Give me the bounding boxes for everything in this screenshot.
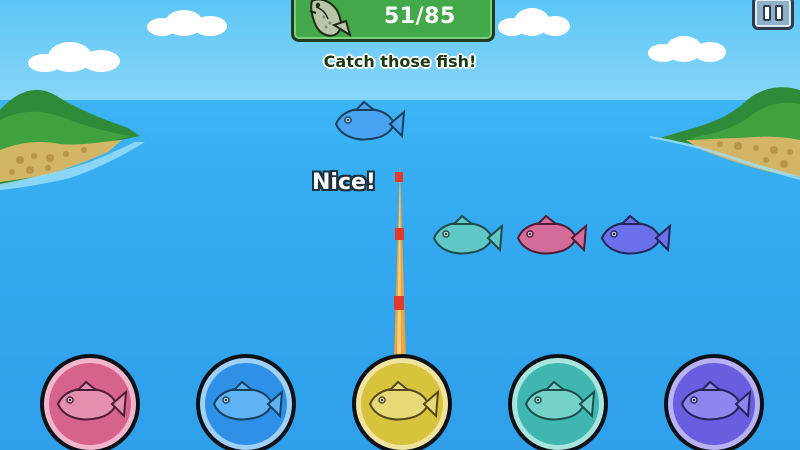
cloud: [28, 42, 120, 72]
blue-fish-icon: [212, 380, 284, 421]
catch-counter-panel: 51/85: [291, 0, 495, 42]
cloud: [498, 8, 570, 36]
feedback-text: Nice!: [312, 170, 376, 195]
yellow-fish-button[interactable]: [352, 354, 452, 450]
teal-fish-icon: [524, 380, 596, 421]
blue-fish-button[interactable]: [196, 354, 296, 450]
catch-counter: 51/85: [384, 4, 456, 29]
swimming-fish: [334, 100, 406, 141]
pause-icon: [763, 5, 771, 21]
teal-fish-button[interactable]: [508, 354, 608, 450]
island-right: [650, 87, 800, 180]
swimming-fish: [600, 214, 672, 255]
purple-fish-button[interactable]: [664, 354, 764, 450]
swimming-fish: [432, 214, 504, 255]
fishing-line: [394, 164, 406, 360]
pink-fish-icon: [56, 380, 128, 421]
purple-fish-icon: [680, 380, 752, 421]
pause-icon: [775, 5, 783, 21]
yellow-fish-icon: [368, 380, 440, 421]
objective-text: Catch those fish!: [323, 52, 477, 71]
pink-fish-button[interactable]: [40, 354, 140, 450]
island-left: [0, 89, 145, 190]
swimming-fish: [516, 214, 588, 255]
cloud: [648, 36, 726, 62]
cloud: [147, 10, 227, 36]
pause-button[interactable]: [752, 0, 794, 30]
fish-icon: [309, 0, 352, 38]
